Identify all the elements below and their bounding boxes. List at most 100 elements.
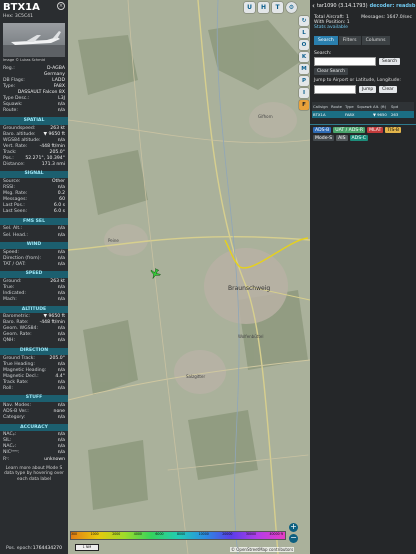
detail-sections: SPATIAL Groundspeed: 263 kt Baro. altitude:… [0, 117, 68, 462]
sidebar-tabs: Search Filters Columns [314, 36, 412, 45]
search-button[interactable]: Search [379, 58, 401, 65]
jump-button[interactable]: Jump [359, 86, 377, 93]
source-badge: Mode-S [313, 135, 335, 141]
settings-gear-icon[interactable]: ⚙ [286, 2, 297, 13]
detail-row: TAT / OAT: n/a [0, 262, 68, 268]
stats-link[interactable]: Stats available [314, 25, 412, 30]
detail-row: Sel. Head.: n/a [0, 233, 68, 239]
detail-label[interactable]: Last Seen: [3, 209, 27, 215]
clear-button[interactable]: Clear [379, 86, 397, 93]
map-button-m[interactable]: M [299, 64, 309, 74]
source-badge: AIS [336, 135, 348, 141]
detail-label[interactable]: QNH: [3, 338, 15, 344]
city-label: Braunschweig [228, 285, 270, 292]
detail-label[interactable]: Reg.: [3, 66, 15, 72]
detail-label[interactable]: TAT / OAT: [3, 262, 26, 268]
column-header[interactable]: Route [330, 104, 344, 109]
version-label[interactable]: tar1090 (3.14.1793) [317, 3, 368, 9]
mode-s-help-note[interactable]: Learn more about Mode S data type by hov… [0, 463, 68, 483]
section-header: FMS SEL [0, 218, 68, 226]
detail-label[interactable]: Type: [3, 84, 15, 90]
detail-label[interactable]: Route: [3, 108, 18, 114]
jump-input[interactable] [314, 85, 356, 94]
right-sidebar: ‹ tar1090 (3.14.1793) decoder: readsb To… [310, 0, 416, 554]
place-label: Peine [108, 238, 119, 243]
detail-label[interactable]: Sel. Head.: [3, 233, 28, 239]
table-cell [356, 112, 372, 117]
aircraft-photo[interactable] [3, 23, 65, 58]
section-header: STUFF [0, 394, 68, 403]
map-button-o[interactable]: O [299, 40, 309, 50]
sync-icon[interactable]: ↻ [299, 16, 309, 26]
detail-row: Category: n/a [0, 415, 68, 421]
section-header: SPEED [0, 270, 68, 278]
detail-row: Distance: 171.3 nmi [0, 162, 68, 168]
aircraft-basic-details: Reg.: D-AGBA Germany DB Flags: LADD Type: FA8X… [0, 66, 68, 115]
table-cell: FA8X [345, 112, 355, 117]
detail-row: Mach: n/a [0, 297, 68, 303]
clear-search-button[interactable]: Clear Search [314, 68, 348, 75]
decoder-label[interactable]: decoder: readsb [370, 3, 416, 9]
detail-row: Last Seen: 6.0 s [0, 209, 68, 215]
pos-epoch-value: 1764434270 [32, 545, 62, 551]
detail-row: Route: n/a [0, 108, 68, 114]
map-button-h[interactable]: H [258, 2, 269, 13]
column-header[interactable]: Squawk [356, 104, 372, 109]
section-header: ACCURACY [0, 424, 68, 432]
column-header[interactable]: Callsign [312, 104, 330, 109]
map-button-f[interactable]: F [299, 100, 309, 110]
detail-label[interactable]: Rᶜ: [3, 457, 9, 463]
source-legend: ADS-B UAT / ADS-R MLAT TIS-B Mode-S AIS ADS-C [310, 127, 416, 141]
detail-row: QNH: n/a [0, 338, 68, 344]
collapse-arrow-icon[interactable]: ‹ [312, 2, 315, 10]
detail-value: unknown [44, 456, 65, 462]
sidebar-header: ‹ tar1090 (3.14.1793) decoder: readsb [310, 0, 416, 12]
zoom-out-icon[interactable]: − [289, 534, 298, 543]
messages-rate: Messages: 1647.0/sec [361, 15, 412, 20]
map-button-p[interactable]: P [299, 76, 309, 86]
source-badge: UAT / ADS-R [333, 127, 366, 133]
photo-credit[interactable]: Image © Lukas Schmid [3, 58, 65, 63]
jump-label: Jump to Airport or Latitude, Longitude: [314, 78, 401, 83]
detail-value: n/a [57, 261, 65, 267]
section-header: SPATIAL [0, 117, 68, 125]
close-icon[interactable]: × [57, 2, 65, 10]
aircraft-table-header: Callsign Route Type Squawk Alt. (ft) Spd [312, 102, 414, 111]
table-cell: 263 [391, 112, 399, 117]
map-button-i[interactable]: I [299, 88, 309, 98]
aircraft-photo-image [3, 31, 65, 58]
table-row[interactable]: BTX1A FA8X ▼ 9650 263 [312, 111, 414, 118]
detail-value: 171.3 nmi [41, 161, 65, 167]
map-attribution[interactable]: © OpenStreetMap contributors [230, 547, 295, 552]
map-button-l[interactable]: L [299, 28, 309, 38]
search-panel: Search: Search Clear Search Jump to Airp… [310, 45, 416, 94]
tab-columns[interactable]: Columns [361, 36, 390, 45]
map-view[interactable]: Braunschweig Gifhorn Wolfenbüttel Salzgi… [68, 0, 310, 554]
detail-value: n/a [57, 385, 65, 391]
detail-value: n/a [57, 108, 65, 114]
table-cell [330, 112, 344, 117]
place-label: Gifhorn [258, 114, 273, 119]
detail-label[interactable]: Roll: [3, 386, 13, 392]
section-header: SIGNAL [0, 170, 68, 179]
detail-value: n/a [57, 232, 65, 238]
tab-filters[interactable]: Filters [338, 36, 361, 45]
map-button-u[interactable]: U [244, 2, 255, 13]
detail-label[interactable]: Mach: [3, 297, 17, 303]
column-header[interactable]: Spd [390, 104, 402, 109]
tab-search[interactable]: Search [314, 36, 338, 45]
search-input[interactable] [314, 57, 376, 66]
map-canvas[interactable]: Braunschweig Gifhorn Wolfenbüttel Salzgi… [68, 0, 310, 554]
detail-label[interactable]: Category: [3, 415, 25, 421]
detail-value: n/a [57, 297, 65, 303]
zoom-in-icon[interactable]: + [289, 523, 298, 532]
column-header[interactable]: Alt. (ft) [372, 104, 390, 109]
altitude-legend [70, 531, 286, 540]
detail-label[interactable]: Distance: [3, 162, 25, 168]
map-button-k[interactable]: K [299, 52, 309, 62]
stats-row: Total Aircraft: 1 Messages: 1647.0/sec [310, 12, 416, 20]
map-button-t[interactable]: T [272, 2, 283, 13]
column-header[interactable]: Type [344, 104, 356, 109]
zoom-controls: + − [289, 523, 298, 543]
place-label: Wolfenbüttel [238, 334, 263, 339]
